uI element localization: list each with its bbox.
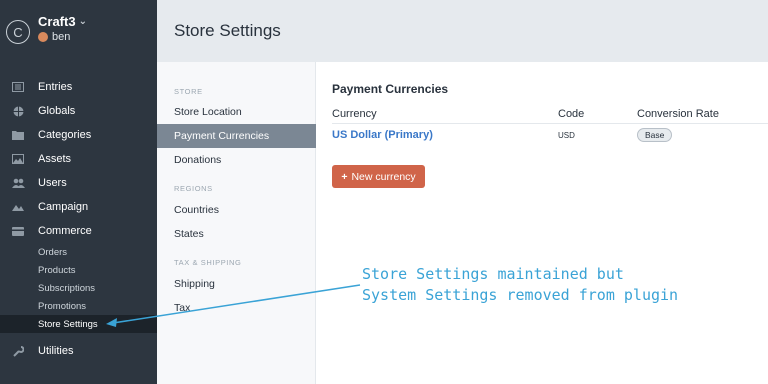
site-switcher[interactable]: C Craft3 ⌄ ben [6, 14, 87, 44]
campaign-icon [11, 202, 25, 213]
conversion-rate-badge: Base [637, 128, 673, 142]
nav-label: Commerce [38, 225, 92, 237]
user-name: ben [52, 31, 71, 43]
annotation-line: System Settings removed from plugin [362, 286, 679, 304]
nav-sub-products[interactable]: Products [0, 261, 157, 279]
chevron-down-icon: ⌄ [78, 16, 87, 27]
user-menu[interactable]: ben [38, 31, 87, 43]
section-heading-regions: REGIONS [174, 184, 213, 193]
commerce-icon [11, 226, 25, 237]
new-currency-label: New currency [351, 170, 416, 183]
page-title: Store Settings [174, 21, 281, 40]
annotation-line: Store Settings maintained but [362, 265, 624, 283]
settings-nav-shipping[interactable]: Shipping [157, 272, 316, 296]
globe-icon [11, 106, 25, 117]
column-header-code: Code [558, 108, 585, 120]
main-nav: Entries Globals Categories Assets Users [0, 75, 157, 363]
nav-label: Utilities [38, 345, 74, 357]
annotation-note: Store Settings maintained but System Set… [362, 264, 678, 306]
sidebar: C Craft3 ⌄ ben Entries Globals Categorie… [0, 0, 157, 384]
site-logo: C [6, 20, 30, 44]
nav-item-entries[interactable]: Entries [0, 75, 157, 99]
nav-label: Assets [38, 153, 72, 165]
section-title: Payment Currencies [332, 82, 449, 96]
plus-icon: + [341, 170, 348, 183]
settings-nav-donations[interactable]: Donations [157, 148, 316, 172]
nav-item-commerce[interactable]: Commerce [0, 219, 157, 243]
nav-label: Entries [38, 81, 73, 93]
nav-label: Users [38, 177, 67, 189]
nav-item-campaign[interactable]: Campaign [0, 195, 157, 219]
settings-nav: STORE Store Location Payment Currencies … [157, 62, 316, 384]
nav-sub-subscriptions[interactable]: Subscriptions [0, 279, 157, 297]
column-header-currency: Currency [332, 108, 377, 120]
section-heading-tax-shipping: TAX & SHIPPING [174, 258, 242, 267]
nav-sub-store-settings[interactable]: Store Settings [0, 315, 157, 333]
settings-nav-states[interactable]: States [157, 222, 316, 246]
page-header: Store Settings [157, 0, 768, 62]
wrench-icon [11, 345, 25, 357]
nav-sub-promotions[interactable]: Promotions [0, 297, 157, 315]
nav-item-globals[interactable]: Globals [0, 99, 157, 123]
nav-item-utilities[interactable]: Utilities [0, 339, 157, 363]
main-content: Payment Currencies Currency Code Convers… [316, 62, 768, 384]
table-divider [332, 123, 768, 124]
column-header-conversion-rate: Conversion Rate [637, 108, 719, 120]
settings-nav-store-location[interactable]: Store Location [157, 100, 316, 124]
new-currency-button[interactable]: + New currency [332, 165, 425, 188]
nav-label: Globals [38, 105, 76, 117]
nav-item-assets[interactable]: Assets [0, 147, 157, 171]
currency-link[interactable]: US Dollar (Primary) [332, 129, 433, 141]
site-name: Craft3 [38, 14, 76, 29]
entries-icon [11, 82, 25, 93]
settings-nav-payment-currencies[interactable]: Payment Currencies [157, 124, 316, 148]
settings-nav-tax[interactable]: Tax [157, 296, 316, 320]
users-icon [11, 178, 25, 189]
nav-item-users[interactable]: Users [0, 171, 157, 195]
currency-code: USD [558, 131, 575, 140]
image-icon [11, 154, 25, 165]
folder-icon [11, 130, 25, 141]
avatar [38, 32, 48, 42]
settings-nav-countries[interactable]: Countries [157, 198, 316, 222]
section-heading-store: STORE [174, 87, 203, 96]
nav-item-categories[interactable]: Categories [0, 123, 157, 147]
nav-label: Categories [38, 129, 92, 141]
nav-label: Campaign [38, 201, 89, 213]
nav-sub-orders[interactable]: Orders [0, 243, 157, 261]
